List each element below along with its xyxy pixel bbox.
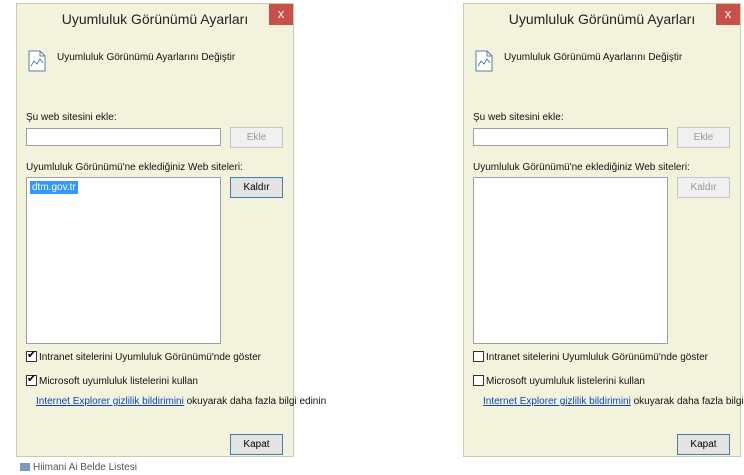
close-icon[interactable]: x xyxy=(716,4,740,25)
dialog-title: Uyumluluk Görünümü Ayarları xyxy=(61,11,249,27)
site-listbox[interactable] xyxy=(473,177,668,344)
dialog-title: Uyumluluk Görünümü Ayarları xyxy=(508,11,696,27)
privacy-suffix: okuyarak daha fazla bilgi edinin xyxy=(633,396,744,407)
add-site-input[interactable] xyxy=(26,128,221,146)
add-site-label: Şu web sitesini ekle: xyxy=(26,112,117,123)
site-listbox[interactable]: dtm.gov.tr xyxy=(26,177,221,344)
ms-lists-checkbox-row[interactable]: Microsoft uyumluluk listelerini kullan xyxy=(473,375,645,387)
remove-button[interactable]: Kaldır xyxy=(677,177,730,198)
list-item[interactable]: dtm.gov.tr xyxy=(30,181,78,194)
background-list-fragment: Hiimani Ai Belde Listesi xyxy=(20,462,137,473)
intranet-checkbox-row[interactable]: ✔ Intranet sitelerini Uyumluluk Görünümü'… xyxy=(26,349,262,363)
compat-settings-dialog-right: Uyumluluk Görünümü Ayarları x Uyumluluk … xyxy=(463,3,744,457)
intranet-label: Intranet sitelerini Uyumluluk Görünümü'n… xyxy=(486,352,709,363)
checkmark-icon: ✔ xyxy=(27,349,37,361)
site-list-label: Uyumluluk Görünümü'ne eklediğiniz Web si… xyxy=(473,162,690,173)
add-button[interactable]: Ekle xyxy=(230,127,283,148)
header-text: Uyumluluk Görünümü Ayarlarını Değiştir xyxy=(504,52,683,63)
ms-lists-checkbox[interactable] xyxy=(473,375,484,386)
privacy-link[interactable]: Internet Explorer gizlilik bildirimini xyxy=(36,396,184,407)
privacy-notice: Internet Explorer gizlilik bildirimini o… xyxy=(483,396,744,407)
close-button[interactable]: Kapat xyxy=(677,434,730,455)
ms-lists-label: Microsoft uyumluluk listelerini kullan xyxy=(39,376,198,387)
ms-lists-checkbox-row[interactable]: ✔ Microsoft uyumluluk listelerini kullan xyxy=(26,373,198,387)
site-list-label: Uyumluluk Görünümü'ne eklediğiniz Web si… xyxy=(26,162,243,173)
remove-button[interactable]: Kaldır xyxy=(230,177,283,198)
ms-lists-label: Microsoft uyumluluk listelerini kullan xyxy=(486,376,645,387)
privacy-link[interactable]: Internet Explorer gizlilik bildirimini xyxy=(483,396,631,407)
privacy-suffix: okuyarak daha fazla bilgi edinin xyxy=(183,396,327,407)
intranet-checkbox[interactable]: ✔ xyxy=(26,349,37,362)
intranet-label: Intranet sitelerini Uyumluluk Görünümü'n… xyxy=(39,352,262,363)
add-button[interactable]: Ekle xyxy=(677,127,730,148)
privacy-notice: Internet Explorer gizlilik bildirimini o… xyxy=(36,396,326,407)
close-icon[interactable]: x xyxy=(269,4,293,25)
background-fragment-text: Hiimani Ai Belde Listesi xyxy=(33,462,137,473)
intranet-checkbox-row[interactable]: Intranet sitelerini Uyumluluk Görünümü'n… xyxy=(473,351,708,363)
intranet-checkbox[interactable] xyxy=(473,351,484,362)
close-button[interactable]: Kapat xyxy=(230,434,283,455)
ms-lists-checkbox[interactable]: ✔ xyxy=(26,373,37,386)
folder-icon xyxy=(20,463,30,472)
checkmark-icon: ✔ xyxy=(27,373,37,385)
compat-settings-dialog-left: Uyumluluk Görünümü Ayarları x Uyumluluk … xyxy=(16,3,326,457)
document-icon xyxy=(28,50,46,72)
document-icon xyxy=(475,50,493,72)
add-site-input[interactable] xyxy=(473,128,668,146)
add-site-label: Şu web sitesini ekle: xyxy=(473,112,564,123)
header-text: Uyumluluk Görünümü Ayarlarını Değiştir xyxy=(57,52,236,63)
